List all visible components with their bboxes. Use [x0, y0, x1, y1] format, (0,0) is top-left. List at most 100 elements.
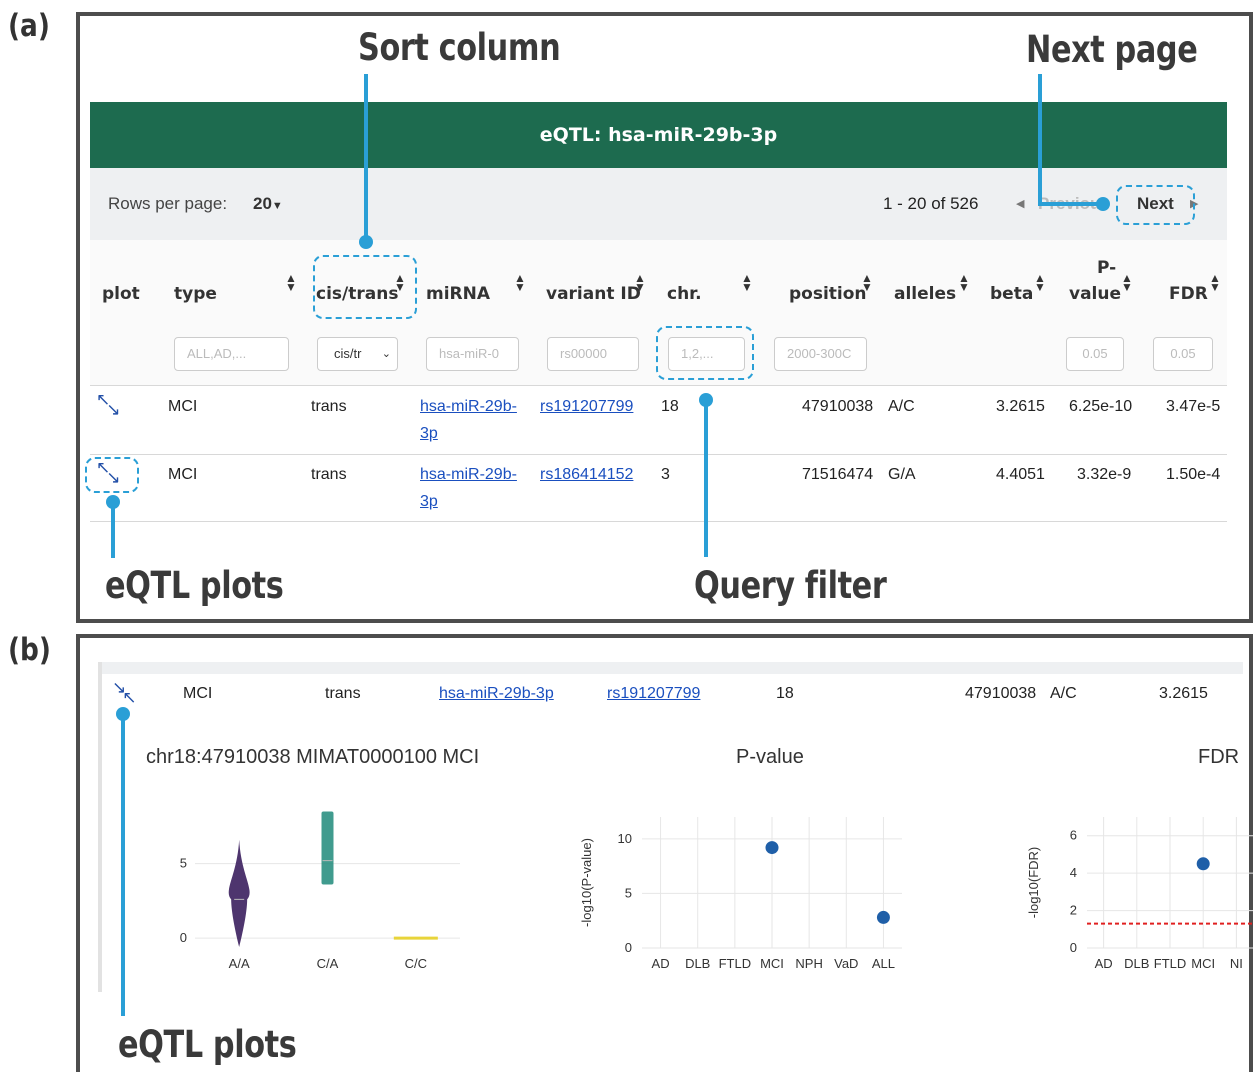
callout-eqtl-plots-a: eQTL plots	[105, 564, 284, 607]
sort-icon[interactable]: ▲ ▼	[634, 272, 646, 293]
pvalue-chart: AD DLB FTLD MCI NPH VaD ALL 0 5 10 -log10(P-value)	[579, 817, 902, 971]
mirna-link[interactable]: hsa-miR-29b-	[420, 466, 517, 484]
variant-link[interactable]: rs191207799	[540, 398, 633, 416]
table-header-row	[90, 240, 1227, 322]
sort-icon[interactable]: ▲ ▼	[1034, 272, 1046, 293]
col-header-alleles[interactable]: alleles	[894, 284, 956, 304]
col-header-variant-id[interactable]: variant ID	[546, 284, 641, 304]
col-header-chr[interactable]: chr.	[667, 284, 702, 304]
callout-eqtl-plots-b: eQTL plots	[118, 1023, 297, 1066]
pvalue-filter-input[interactable]: 0.05	[1066, 337, 1124, 371]
mirna-link-cont[interactable]: 3p	[420, 493, 438, 511]
callout-line	[111, 502, 115, 558]
cell-fdr: 3.47e-5	[1166, 398, 1221, 415]
x-tick-label: MCI	[1191, 956, 1215, 971]
cell-chr: 18	[776, 685, 794, 702]
sort-icon[interactable]: ▲ ▼	[1121, 272, 1133, 293]
cell-pvalue: 6.25e-10	[1069, 398, 1133, 415]
data-point-MCI	[1196, 857, 1210, 871]
col-header-type[interactable]: type	[174, 284, 217, 304]
callout-line	[121, 714, 125, 1016]
data-point-MCI	[765, 841, 779, 855]
sort-icon[interactable]: ▲ ▼	[514, 272, 526, 293]
x-tick-label: DLB	[685, 956, 710, 971]
y-tick-label: 10	[618, 831, 632, 846]
caret-down-icon: ▼	[271, 200, 283, 212]
callout-sort-column: Sort column	[358, 26, 561, 69]
query-filter-highlight	[656, 326, 754, 380]
cell-beta: 3.2615	[996, 398, 1045, 415]
sort-icon[interactable]: ▲ ▼	[861, 272, 873, 293]
cell-chr: 18	[661, 398, 679, 415]
callout-query-filter: Query filter	[694, 564, 887, 607]
cell-type: MCI	[168, 398, 198, 415]
y-axis-label: -log10(FDR)	[1026, 847, 1041, 919]
cell-alleles: A/C	[1050, 685, 1077, 702]
col-header-beta[interactable]: beta	[990, 284, 1033, 304]
divider	[90, 385, 1227, 386]
previous-arrow-icon[interactable]: ◀	[1016, 197, 1024, 210]
y-tick-label: 0	[1070, 940, 1077, 955]
data-point-ALL	[876, 910, 890, 924]
page-range: 1 - 20 of 526	[883, 194, 979, 213]
col-header-mirna[interactable]: miRNA	[426, 284, 490, 304]
mirna-link-cont[interactable]: 3p	[420, 425, 438, 443]
mirna-filter-input[interactable]: hsa-miR-0	[426, 337, 519, 371]
expand-icon[interactable]: ↖↘	[96, 391, 125, 418]
table-left-edge	[98, 662, 102, 992]
mirna-link[interactable]: hsa-miR-29b-	[420, 398, 517, 416]
y-axis-label: -log10(P-value)	[579, 838, 594, 927]
x-tick-label: NPH	[795, 956, 822, 971]
sort-icon[interactable]: ▲ ▼	[285, 272, 297, 293]
cis-trans-select[interactable]: cis/tr ⌄	[317, 337, 398, 371]
sort-icon[interactable]: ▲ ▼	[1209, 272, 1221, 293]
callout-line	[1038, 74, 1042, 204]
next-page-highlight	[1116, 185, 1195, 225]
table-title-banner: eQTL: hsa-miR-29b-3p	[90, 102, 1227, 168]
cell-cis-trans: trans	[311, 466, 347, 483]
fdr-filter-input[interactable]: 0.05	[1153, 337, 1213, 371]
variant-link[interactable]: rs191207799	[607, 685, 700, 703]
x-tick-label: C/A	[317, 956, 339, 971]
y-tick-label: 2	[1070, 903, 1077, 918]
panel-b-label: (b)	[8, 632, 51, 668]
sort-icon[interactable]: ▲ ▼	[958, 272, 970, 293]
rows-per-page-select[interactable]: 20▼	[253, 194, 283, 214]
collapse-icon[interactable]: ↘↖	[112, 679, 141, 706]
sort-icon[interactable]: ▲ ▼	[741, 272, 753, 293]
col-header-fdr[interactable]: FDR	[1169, 284, 1208, 304]
callout-next-page: Next page	[1026, 28, 1198, 71]
x-tick-label: AD	[652, 956, 670, 971]
expand-highlight	[85, 457, 139, 493]
y-tick-label: 5	[180, 856, 187, 871]
cell-position: 71516474	[802, 466, 874, 483]
callout-line	[704, 400, 708, 557]
cell-pvalue: 3.32e-9	[1077, 466, 1132, 483]
rows-per-page-label: Rows per page:	[108, 194, 228, 213]
y-tick-label: 5	[625, 885, 632, 900]
divider	[90, 521, 1227, 522]
col-header-pvalue-line2[interactable]: value	[1069, 284, 1121, 304]
x-tick-label: FTLD	[1154, 956, 1187, 971]
type-filter-input[interactable]: ALL,AD,...	[174, 337, 289, 371]
table-header-strip	[98, 662, 1243, 674]
variant-link[interactable]: rs186414152	[540, 466, 633, 484]
col-header-pvalue-line1[interactable]: P-	[1097, 258, 1116, 278]
callout-line	[364, 74, 368, 240]
panel-a-label: (a)	[8, 8, 50, 44]
cell-chr: 3	[661, 466, 670, 483]
sort-column-highlight	[313, 255, 417, 319]
position-filter-input[interactable]: 2000-300C	[774, 337, 867, 371]
mirna-link[interactable]: hsa-miR-29b-3p	[439, 685, 554, 703]
cell-alleles: A/C	[888, 398, 915, 415]
y-tick-label: 0	[180, 930, 187, 945]
cell-fdr: 1.50e-4	[1166, 466, 1221, 483]
violin-C/A	[321, 811, 334, 885]
col-header-plot: plot	[102, 284, 140, 304]
cell-cis-trans: trans	[311, 398, 347, 415]
fdr-plot-title: FDR	[1198, 746, 1240, 768]
col-header-position[interactable]: position	[789, 284, 867, 304]
variant-filter-input[interactable]: rs00000	[547, 337, 639, 371]
violin-A/A	[228, 839, 250, 948]
x-tick-label: C/C	[405, 956, 427, 971]
